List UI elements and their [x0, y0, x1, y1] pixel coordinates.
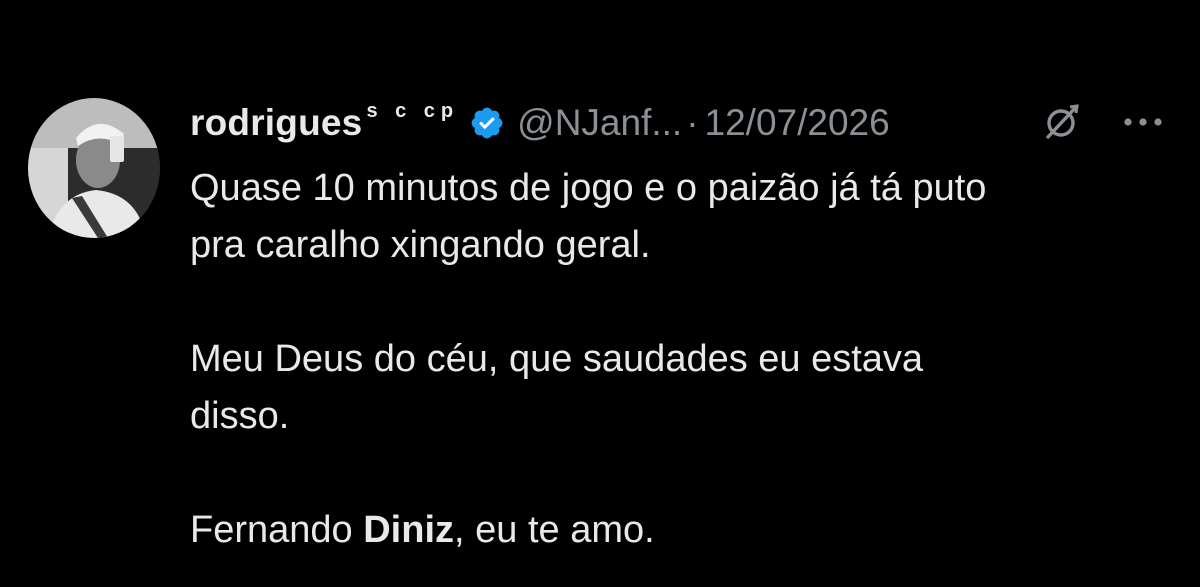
display-name[interactable]: rodrigues [190, 102, 362, 144]
text-segment: Fernando [190, 509, 364, 551]
tweet-date[interactable]: 12/07/2026 [705, 102, 890, 144]
tweet-text-line: disso. [190, 395, 290, 437]
tweet-text-line: Fernando Diniz, eu te amo. [190, 502, 1170, 559]
tweet-text-line: Meu Deus do céu, que saudades eu estava [190, 338, 924, 380]
separator-dot: · [686, 102, 699, 143]
more-icon[interactable] [1118, 108, 1168, 136]
avatar[interactable] [28, 98, 160, 238]
tweet-text: Quase 10 minutos de jogo e o paizão já t… [190, 160, 1170, 559]
verified-badge-icon[interactable] [469, 105, 505, 141]
grok-icon[interactable] [1040, 101, 1082, 143]
text-segment: , eu te amo. [454, 509, 655, 551]
tweet-text-line: Quase 10 minutos de jogo e o paizão já t… [190, 167, 987, 209]
tweet-text-line: pra caralho xingando geral. [190, 224, 651, 266]
display-name-suffix: s c cp [366, 99, 460, 122]
tweet-header: rodrigues s c cp @NJanf... · 12/07/2026 [190, 98, 890, 148]
author-handle[interactable]: @NJanf... [517, 102, 682, 144]
tweet[interactable]: rodrigues s c cp @NJanf... · 12/07/2026 … [0, 0, 1200, 587]
mention-name: Diniz [363, 509, 455, 551]
